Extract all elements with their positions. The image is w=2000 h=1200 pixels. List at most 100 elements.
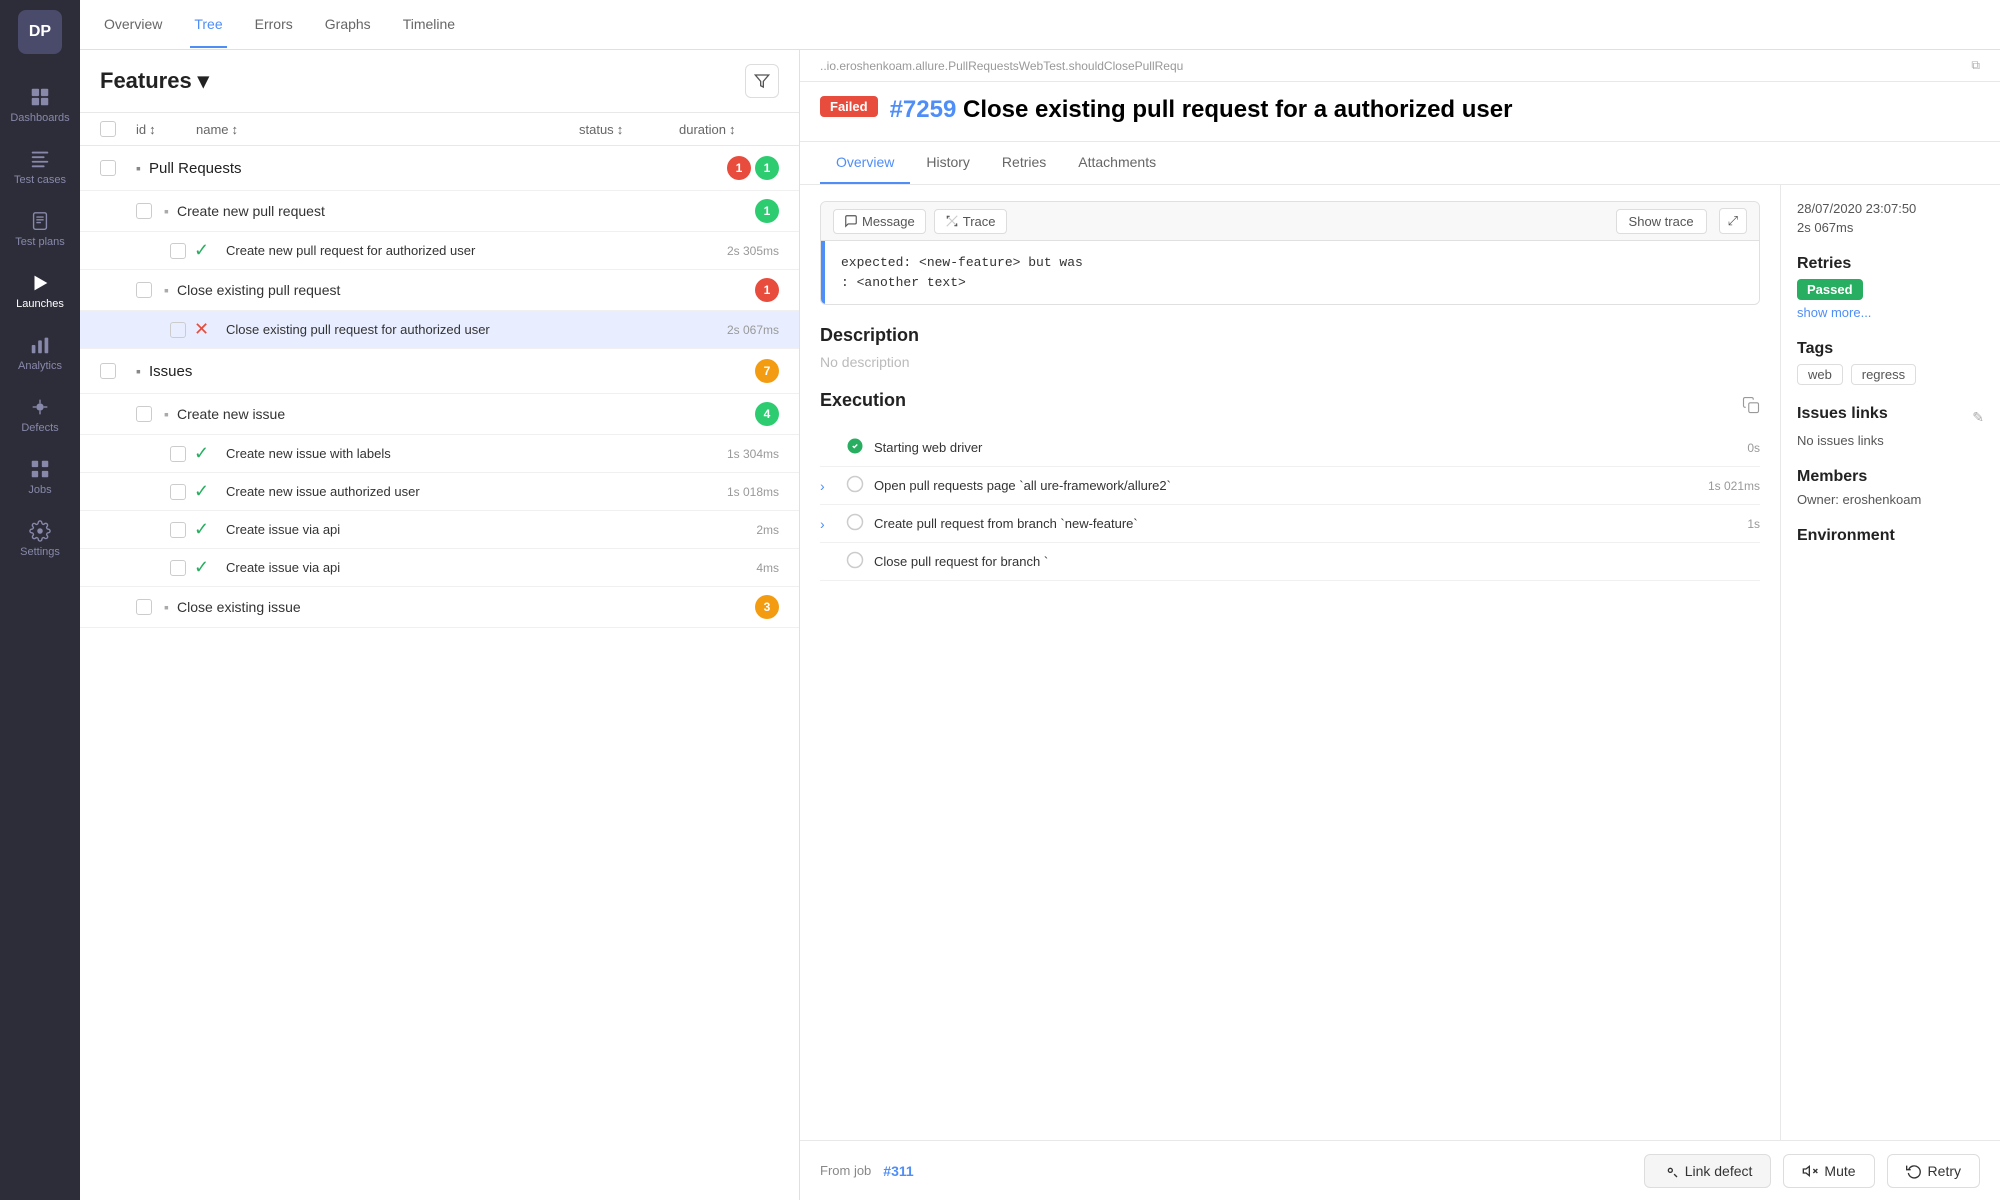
exec-dur-1: 0s	[1747, 441, 1760, 455]
pass-icon-3: ✓	[194, 481, 218, 502]
exec-text-4: Close pull request for branch `	[874, 554, 1750, 569]
subgroup-create-pull-request[interactable]: ▪ Create new pull request 1	[80, 191, 799, 232]
name-column-header[interactable]: name ↕	[196, 122, 579, 137]
execution-header: Execution	[820, 390, 1760, 419]
subgroup-close-issue[interactable]: ▪ Close existing issue 3	[80, 587, 799, 628]
pass-circle-icon	[846, 437, 864, 455]
sidebar-item-settings[interactable]: Settings	[0, 508, 80, 570]
tab-overview[interactable]: Overview	[100, 2, 166, 48]
select-all-checkbox[interactable]	[100, 121, 116, 137]
issues-links-title: Issues links	[1797, 405, 1888, 423]
subgroup-close-pr-checkbox[interactable]	[136, 282, 152, 298]
group-pull-requests[interactable]: ▪ Pull Requests 1 1	[80, 146, 799, 191]
test-issue-api2-checkbox[interactable]	[170, 560, 186, 576]
bottom-bar: From job #311 Link defect Mute	[800, 1140, 2000, 1200]
pass-icon-5: ✓	[194, 557, 218, 578]
tab-timeline[interactable]: Timeline	[399, 2, 459, 48]
badge-close-pr: 1	[755, 278, 779, 302]
issues-links-value: No issues links	[1797, 433, 1984, 448]
sidebar-item-analytics[interactable]: Analytics	[0, 322, 80, 384]
test-create-pr-checkbox[interactable]	[170, 243, 186, 259]
test-issue-api1-checkbox[interactable]	[170, 522, 186, 538]
test-row-create-issue-api-1[interactable]: ✓ Create issue via api 2ms	[80, 511, 799, 549]
test-row-close-pr-authorized[interactable]: ✕ Close existing pull request for author…	[80, 311, 799, 349]
timestamp-section: 28/07/2020 23:07:50 2s 067ms	[1797, 201, 1984, 235]
tab-graphs[interactable]: Graphs	[321, 2, 375, 48]
edit-icon[interactable]: ✎	[1972, 409, 1984, 426]
subfolder-icon: ▪	[164, 203, 169, 219]
group-issues-checkbox[interactable]	[100, 363, 116, 379]
badge-create-issue: 4	[755, 402, 779, 426]
status-column-header[interactable]: status ↕	[579, 122, 679, 137]
detail-content: Message Trace Show trace	[800, 185, 2000, 1140]
message-button[interactable]: Message	[833, 209, 926, 234]
test-row-create-pr-authorized[interactable]: ✓ Create new pull request for authorized…	[80, 232, 799, 270]
sidebar-item-test-plans-label: Test plans	[15, 236, 65, 248]
environment-section: Environment	[1797, 527, 1984, 545]
expand-button[interactable]: ⤢	[1719, 208, 1747, 234]
show-trace-button[interactable]: Show trace	[1616, 209, 1707, 234]
retry-icon	[1906, 1163, 1922, 1179]
detail-tab-overview[interactable]: Overview	[820, 142, 910, 184]
exec-chevron-2[interactable]: ›	[820, 478, 836, 494]
exec-status-2	[846, 475, 864, 496]
test-issue-labels-checkbox[interactable]	[170, 446, 186, 462]
features-title[interactable]: Features ▾	[100, 68, 209, 94]
tree-content: ▪ Pull Requests 1 1 ▪ Create new pull re…	[80, 146, 799, 1200]
subgroup-create-issue-checkbox[interactable]	[136, 406, 152, 422]
duration-column-header[interactable]: duration ↕	[679, 122, 779, 137]
execution-copy-icon[interactable]	[1742, 396, 1760, 414]
sidebar-item-test-plans[interactable]: Test plans	[0, 198, 80, 260]
badge-pull-requests-green: 1	[755, 156, 779, 180]
exec-status-4	[846, 551, 864, 572]
sidebar-item-defects[interactable]: Defects	[0, 384, 80, 446]
test-title-main: Close existing pull request for a author…	[963, 96, 1512, 123]
name-sort-icon: ↕	[232, 122, 239, 137]
job-link[interactable]: #311	[883, 1163, 913, 1179]
subgroup-create-issue[interactable]: ▪ Create new issue 4	[80, 394, 799, 435]
group-pull-requests-name: Pull Requests	[149, 160, 723, 177]
trace-button[interactable]: Trace	[934, 209, 1007, 234]
test-issue-auth-name: Create new issue authorized user	[226, 484, 727, 499]
tab-tree[interactable]: Tree	[190, 2, 226, 48]
mute-button[interactable]: Mute	[1783, 1154, 1874, 1188]
link-defect-button[interactable]: Link defect	[1644, 1154, 1772, 1188]
tag-regress[interactable]: regress	[1851, 364, 1916, 385]
step-icon-4	[846, 551, 864, 569]
chart-icon	[29, 334, 51, 356]
detail-tab-attachments[interactable]: Attachments	[1062, 142, 1172, 184]
subfolder-icon-2: ▪	[164, 282, 169, 298]
group-issues[interactable]: ▪ Issues 7	[80, 349, 799, 394]
filter-button[interactable]	[745, 64, 779, 98]
test-row-create-issue-labels[interactable]: ✓ Create new issue with labels 1s 304ms	[80, 435, 799, 473]
subgroup-create-issue-name: Create new issue	[177, 406, 751, 422]
sidebar-item-launches[interactable]: Launches	[0, 260, 80, 322]
tab-errors[interactable]: Errors	[251, 2, 297, 48]
show-more-link[interactable]: show more...	[1797, 305, 1871, 320]
sidebar-item-test-cases[interactable]: Test cases	[0, 136, 80, 198]
id-column-header[interactable]: id ↕	[136, 122, 196, 137]
test-issue-api2-duration: 4ms	[756, 561, 779, 575]
sidebar-item-jobs[interactable]: Jobs	[0, 446, 80, 508]
pass-icon-2: ✓	[194, 443, 218, 464]
retry-button[interactable]: Retry	[1887, 1154, 1980, 1188]
from-job-label: From job	[820, 1163, 871, 1178]
exec-chevron-3[interactable]: ›	[820, 516, 836, 532]
sidebar-item-dashboards[interactable]: Dashboards	[0, 74, 80, 136]
retries-badge: Passed	[1797, 279, 1863, 300]
copy-icon[interactable]: ⧉	[1971, 58, 1980, 73]
status-sort-icon: ↕	[617, 122, 624, 137]
test-issue-auth-checkbox[interactable]	[170, 484, 186, 500]
sidebar-item-launches-label: Launches	[16, 298, 64, 310]
tag-web[interactable]: web	[1797, 364, 1843, 385]
test-row-create-issue-api-2[interactable]: ✓ Create issue via api 4ms	[80, 549, 799, 587]
subgroup-close-pull-request[interactable]: ▪ Close existing pull request 1	[80, 270, 799, 311]
detail-tab-history[interactable]: History	[910, 142, 986, 184]
detail-tab-retries[interactable]: Retries	[986, 142, 1062, 184]
subgroup-close-issue-checkbox[interactable]	[136, 599, 152, 615]
test-row-create-issue-auth[interactable]: ✓ Create new issue authorized user 1s 01…	[80, 473, 799, 511]
subgroup-create-pr-checkbox[interactable]	[136, 203, 152, 219]
test-close-pr-checkbox[interactable]	[170, 322, 186, 338]
gear-icon	[29, 520, 51, 542]
group-pull-requests-checkbox[interactable]	[100, 160, 116, 176]
